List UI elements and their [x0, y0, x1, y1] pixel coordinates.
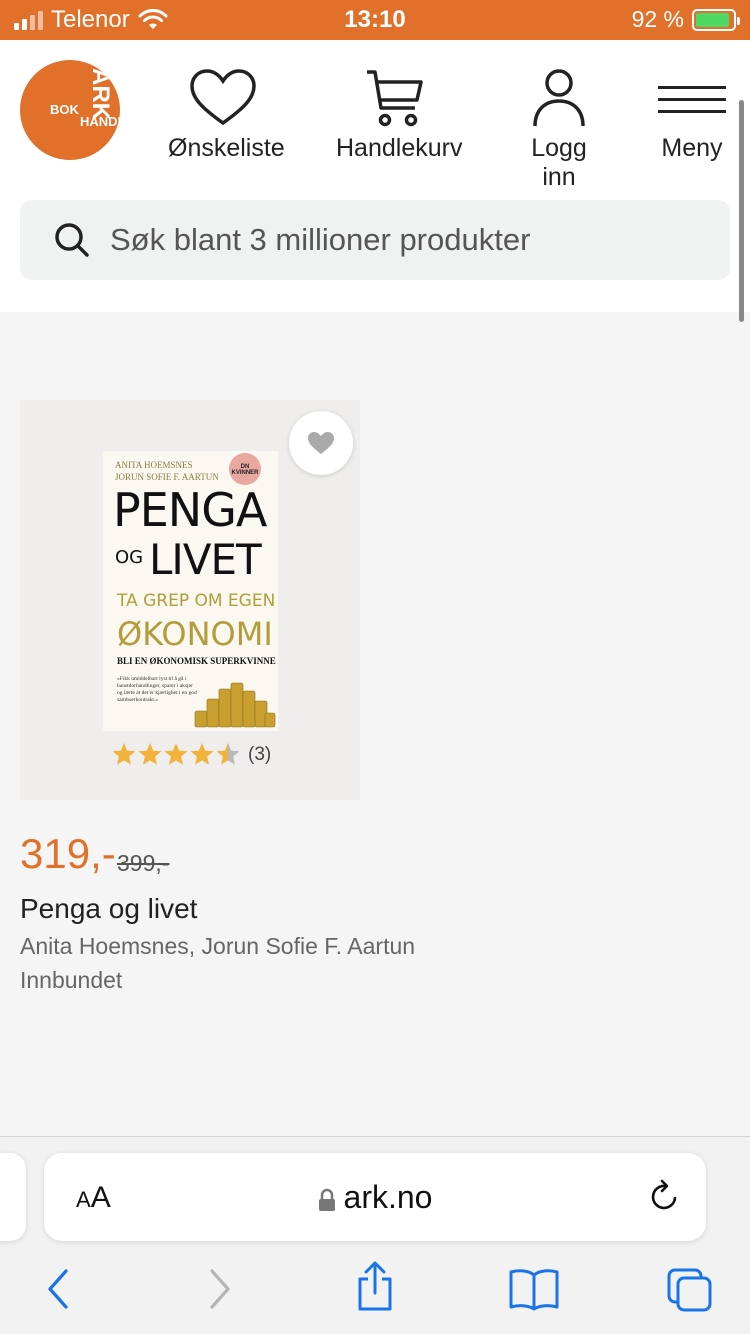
cover-author-2: JORUN SOFIE F. AARTUN [115, 472, 219, 482]
cover-authors: ANITA HOEMSNES JORUN SOFIE F. AARTUN [115, 459, 219, 483]
old-price: 399,- [117, 850, 170, 876]
coins-illustration [194, 682, 276, 728]
product-format: Innbundet [20, 967, 123, 993]
site-header: ARK BOK HANDEL Ønskeliste Handlekurv Log… [0, 40, 750, 312]
user-icon [533, 69, 585, 127]
status-bar: Telenor 13:10 92 % [0, 0, 750, 40]
search-placeholder: Søk blant 3 millioner produkter [110, 222, 531, 257]
reload-icon[interactable] [648, 1179, 680, 1213]
current-price: 319,- [20, 830, 116, 877]
nav-wishlist-label: Ønskeliste [168, 134, 285, 162]
url-text: ark.no [343, 1179, 433, 1215]
page-scrollbar[interactable] [739, 100, 744, 322]
product-title[interactable]: Penga og livet [20, 893, 197, 925]
heart-filled-icon [308, 432, 334, 454]
browser-toolbar [0, 1261, 750, 1317]
back-icon[interactable] [44, 1267, 72, 1311]
rating-count: (3) [248, 744, 272, 765]
search-icon [55, 223, 89, 257]
product-authors: Anita Hoemsnes, Jorun Sofie F. Aartun [20, 933, 416, 959]
cover-subtitle-1: TA GREP OM EGEN [117, 591, 276, 611]
cart-icon [367, 70, 423, 127]
battery-percent: 92 % [631, 6, 684, 32]
tabs-icon[interactable] [666, 1267, 714, 1313]
browser-bottom-bar: AA ark.no [0, 1136, 750, 1334]
nav-menu-label: Meny [661, 134, 723, 162]
search-input[interactable]: Søk blant 3 millioner produkter [20, 200, 730, 280]
cover-tagline: BLI EN ØKONOMISK SUPERKVINNE [117, 656, 276, 666]
cover-badge: DN KVINNER [229, 453, 261, 485]
hamburger-icon [658, 86, 726, 113]
battery-group: 92 % [631, 6, 740, 33]
logo-word: ARK [87, 68, 114, 120]
add-to-wishlist-button[interactable] [289, 411, 353, 475]
heart-icon [190, 69, 256, 126]
nav-login[interactable]: Logg inn [512, 68, 606, 192]
forward-icon[interactable] [206, 1267, 234, 1311]
stars-icon [112, 743, 240, 765]
ark-logo[interactable]: ARK BOK HANDEL [20, 60, 120, 160]
lock-icon [318, 1188, 335, 1211]
cover-title-1: PENGA [113, 483, 267, 537]
star-1 [112, 743, 136, 765]
cover-quote: «Fikk umiddelbart lyst til å gå i banstd… [117, 676, 197, 703]
cover-title-2: LIVET [149, 535, 262, 584]
book-cover-image[interactable]: ANITA HOEMSNES JORUN SOFIE F. AARTUN DN … [103, 451, 278, 731]
logo-line2: HANDEL [80, 114, 120, 129]
nav-wishlist[interactable]: Ønskeliste [168, 68, 285, 163]
star-2 [138, 743, 162, 765]
share-icon[interactable] [354, 1261, 396, 1313]
cover-author-1: ANITA HOEMSNES [115, 460, 193, 470]
nav-menu[interactable]: Meny [652, 68, 732, 163]
nav-cart-label: Handlekurv [336, 134, 463, 162]
cover-title-og: OG [115, 547, 144, 568]
star-4 [190, 743, 214, 765]
address-bar[interactable]: AA ark.no [44, 1153, 706, 1241]
battery-icon [692, 8, 740, 31]
cover-subtitle-2: ØKONOMI [117, 615, 273, 653]
star-3 [164, 743, 188, 765]
nav-cart[interactable]: Handlekurv [336, 68, 462, 163]
url-display[interactable]: ark.no [44, 1179, 706, 1216]
star-5 [216, 743, 240, 765]
bookmarks-icon[interactable] [508, 1267, 560, 1311]
previous-tab-card[interactable] [0, 1153, 26, 1241]
nav-login-label: Logg inn [531, 134, 587, 191]
star-rating: (3) [112, 742, 271, 768]
logo-line1: BOK [50, 102, 79, 117]
